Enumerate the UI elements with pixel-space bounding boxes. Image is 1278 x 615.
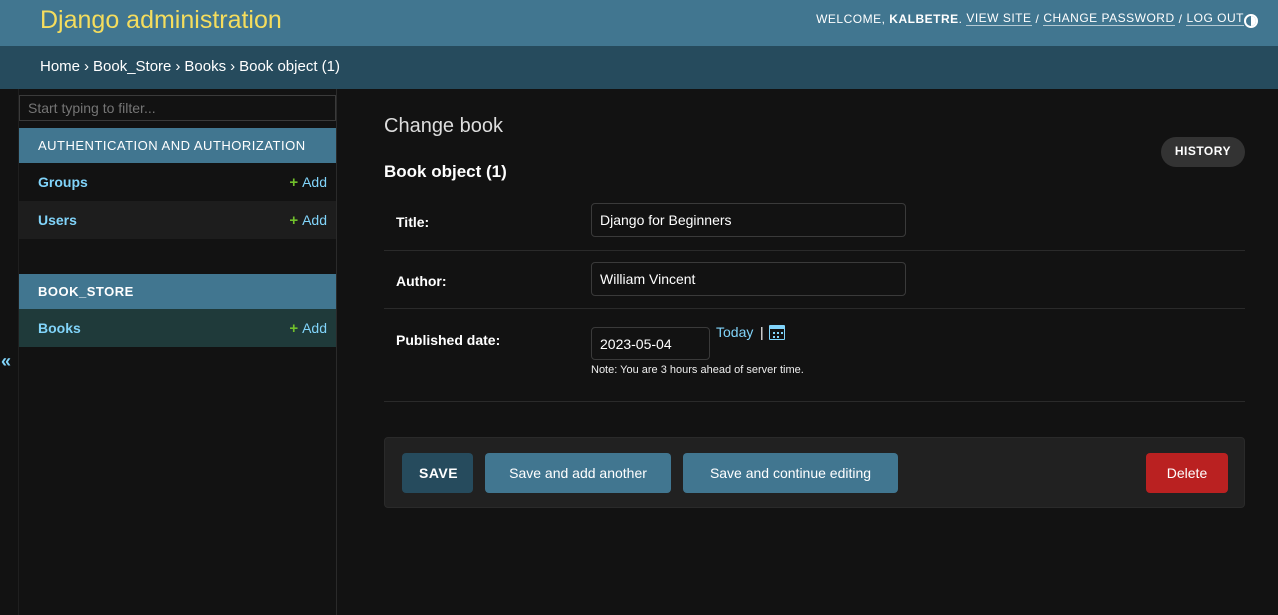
- save-button[interactable]: SAVE: [402, 453, 473, 493]
- plus-icon: +: [289, 174, 299, 191]
- breadcrumb-books[interactable]: Books: [184, 58, 226, 75]
- breadcrumb: Home › Book_Store › Books › Book object (1): [0, 46, 1278, 89]
- breadcrumb-home[interactable]: Home: [40, 58, 80, 75]
- timezone-note: Note: You are 3 hours ahead of server ti…: [591, 364, 804, 376]
- save-and-continue-button[interactable]: Save and continue editing: [683, 453, 898, 493]
- sidebar-toggle-button[interactable]: «: [0, 89, 19, 615]
- author-label: Author:: [396, 273, 447, 289]
- author-field[interactable]: [591, 262, 906, 296]
- submit-row: SAVE Save and add another Save and conti…: [384, 437, 1245, 508]
- breadcrumb-book-store[interactable]: Book_Store: [93, 58, 171, 75]
- sidebar-item-books-link[interactable]: Books: [38, 320, 81, 336]
- plus-icon: +: [289, 212, 299, 229]
- history-button[interactable]: HISTORY: [1160, 137, 1245, 167]
- date-shortcut-separator: |: [760, 324, 764, 340]
- add-user-link[interactable]: + Add: [289, 212, 327, 229]
- nav-filter-input[interactable]: [19, 95, 336, 121]
- delete-button[interactable]: Delete: [1146, 453, 1228, 493]
- page-title: Change book: [384, 115, 503, 137]
- sidebar-item-groups-link[interactable]: Groups: [38, 174, 88, 190]
- module-caption-book-store[interactable]: BOOK_STORE: [19, 274, 336, 309]
- sidebar-item-books: Books + Add: [19, 309, 336, 347]
- form-row-published-date: Published date: Today | Note: You are 3 …: [384, 309, 1245, 402]
- form-row-title: Title:: [384, 192, 1245, 251]
- log-out-link[interactable]: LOG OUT: [1186, 11, 1244, 26]
- nav-sidebar: AUTHENTICATION AND AUTHORIZATION Groups …: [19, 89, 337, 615]
- title-field[interactable]: [591, 203, 906, 237]
- view-site-link[interactable]: VIEW SITE: [966, 11, 1032, 26]
- form-row-author: Author:: [384, 251, 1245, 309]
- sidebar-item-users-link[interactable]: Users: [38, 212, 77, 228]
- add-book-link[interactable]: + Add: [289, 320, 327, 337]
- welcome-text: WELCOME,: [816, 11, 886, 26]
- breadcrumb-current: Book object (1): [239, 58, 340, 75]
- module-caption-auth[interactable]: AUTHENTICATION AND AUTHORIZATION: [19, 128, 336, 163]
- header: Django administration WELCOME, KALBETRE.…: [0, 0, 1278, 46]
- sidebar-item-groups: Groups + Add: [19, 163, 336, 201]
- published-date-label: Published date:: [396, 332, 501, 348]
- add-group-link[interactable]: + Add: [289, 174, 327, 191]
- title-label: Title:: [396, 214, 430, 230]
- theme-toggle-icon[interactable]: [1244, 14, 1258, 28]
- object-title: Book object (1): [384, 162, 507, 181]
- sidebar-item-users: Users + Add: [19, 201, 336, 239]
- username: KALBETRE: [889, 11, 959, 26]
- save-and-add-another-button[interactable]: Save and add another: [485, 453, 671, 493]
- today-link[interactable]: Today: [716, 324, 753, 340]
- site-branding[interactable]: Django administration: [40, 6, 282, 35]
- published-date-field[interactable]: [591, 327, 710, 360]
- plus-icon: +: [289, 320, 299, 337]
- change-password-link[interactable]: CHANGE PASSWORD: [1043, 11, 1175, 26]
- user-tools: WELCOME, KALBETRE. VIEW SITE / CHANGE PA…: [816, 11, 1244, 26]
- collapse-icon: «: [1, 351, 12, 371]
- calendar-icon[interactable]: [769, 325, 785, 340]
